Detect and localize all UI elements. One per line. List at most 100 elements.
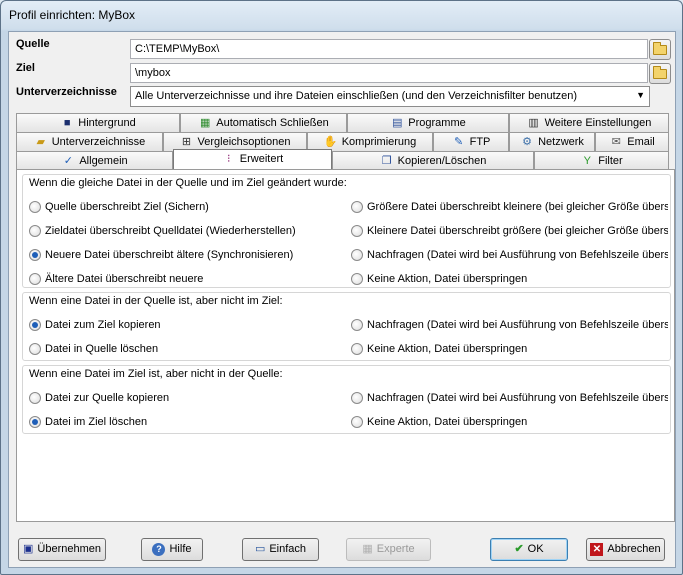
radio-target-overwrites-source[interactable]: Zieldatei überschreibt Quelldatei (Wiede… [29, 223, 329, 239]
radio-skip-on-change[interactable]: Keine Aktion, Datei überspringen [351, 271, 668, 287]
radio-indicator [29, 201, 41, 213]
radio-ask-on-change[interactable]: Nachfragen (Datei wird bei Ausführung vo… [351, 247, 668, 263]
group-file-only-in-target: Wenn eine Datei im Ziel ist, aber nicht … [22, 365, 671, 434]
tab-label: Netzwerk [538, 136, 584, 148]
radio-label: Nachfragen (Datei wird bei Ausführung vo… [367, 392, 668, 404]
dialog-client: Quelle C:\TEMP\MyBox\ Ziel \mybox Unterv… [8, 31, 676, 568]
radio-label: Ältere Datei überschreibt neuere [45, 273, 204, 285]
title-bar[interactable]: Profil einrichten: MyBox [1, 1, 682, 31]
tab-label: Filter [598, 155, 623, 167]
advanced-icon: ⁝ [227, 153, 231, 165]
button-label: Einfach [269, 543, 307, 555]
radio-ask-target-only[interactable]: Nachfragen (Datei wird bei Ausführung vo… [351, 390, 668, 406]
radio-source-overwrites-target[interactable]: Quelle überschreibt Ziel (Sichern) [29, 199, 329, 215]
expert-button[interactable]: ▦ Experte [346, 538, 431, 561]
subdirs-label: Unterverzeichnisse [16, 86, 117, 98]
radio-label: Keine Aktion, Datei überspringen [367, 343, 528, 355]
help-icon: ? [152, 543, 166, 556]
source-label: Quelle [16, 38, 50, 50]
auto-close-icon: ▦ [200, 117, 211, 129]
radio-indicator [351, 249, 363, 261]
radio-skip-source-only[interactable]: Keine Aktion, Datei überspringen [351, 341, 668, 357]
background-icon: ■ [63, 117, 71, 129]
cancel-button[interactable]: ✕ Abbrechen [586, 538, 665, 561]
radio-indicator [351, 416, 363, 428]
target-path-input[interactable]: \mybox [130, 63, 648, 83]
more-settings-icon: ▥ [528, 117, 539, 129]
tab-label: Hintergrund [78, 117, 136, 129]
dialog-window: Profil einrichten: MyBox Quelle C:\TEMP\… [0, 0, 683, 575]
subdirs-dropdown[interactable]: Alle Unterverzeichnisse und ihre Dateien… [130, 86, 650, 107]
source-browse-button[interactable] [649, 39, 671, 60]
radio-indicator [29, 273, 41, 285]
copy-delete-icon: ❐ [381, 155, 392, 167]
button-label: Übernehmen [37, 543, 101, 555]
apply-button[interactable]: ▣ Übernehmen [18, 538, 106, 561]
tab-label: Vergleichsoptionen [197, 136, 291, 148]
tab-programme[interactable]: ▤ Programme [347, 113, 509, 132]
folder-icon [653, 66, 667, 79]
tab-ftp[interactable]: ✎ FTP [433, 132, 509, 151]
radio-ask-source-only[interactable]: Nachfragen (Datei wird bei Ausführung vo… [351, 317, 668, 333]
button-label: Hilfe [169, 543, 192, 555]
source-path-input[interactable]: C:\TEMP\MyBox\ [130, 39, 648, 59]
radio-newer-overwrites-older[interactable]: Neuere Datei überschreibt ältere (Synchr… [29, 247, 329, 263]
tab-label: Email [627, 136, 655, 148]
tab-label: Komprimierung [341, 136, 417, 148]
tab-hintergrund[interactable]: ■ Hintergrund [16, 113, 180, 132]
radio-indicator [29, 343, 41, 355]
button-label: Abbrechen [607, 543, 661, 555]
folder-icon [653, 42, 667, 55]
expert-view-icon: ▦ [362, 543, 373, 555]
subfolders-icon: ▰ [36, 136, 45, 148]
radio-label: Quelle überschreibt Ziel (Sichern) [45, 201, 209, 213]
tab-allgemein[interactable]: ✓ Allgemein [16, 151, 173, 170]
dropdown-arrow-icon: ▼ [636, 90, 645, 100]
radio-delete-in-target[interactable]: Datei im Ziel löschen [29, 414, 329, 430]
tab-label: Automatisch Schließen [216, 117, 329, 129]
radio-skip-target-only[interactable]: Keine Aktion, Datei überspringen [351, 414, 668, 430]
tab-label: Weitere Einstellungen [544, 117, 652, 129]
radio-indicator [351, 343, 363, 355]
tab-email[interactable]: ✉ Email [595, 132, 669, 151]
tab-weitere-einstellungen[interactable]: ▥ Weitere Einstellungen [509, 113, 669, 132]
radio-indicator [351, 225, 363, 237]
tab-label: Programme [408, 117, 466, 129]
radio-indicator [29, 225, 41, 237]
save-icon: ▣ [23, 543, 34, 555]
general-icon: ✓ [63, 155, 73, 167]
radio-label: Zieldatei überschreibt Quelldatei (Wiede… [45, 225, 296, 237]
network-icon: ⚙ [522, 136, 533, 148]
tab-filter[interactable]: Y Filter [534, 151, 669, 170]
target-browse-button[interactable] [649, 63, 671, 84]
radio-delete-in-source[interactable]: Datei in Quelle löschen [29, 341, 329, 357]
radio-copy-to-target[interactable]: Datei zum Ziel kopieren [29, 317, 329, 333]
programs-icon: ▤ [392, 117, 403, 129]
radio-indicator [351, 392, 363, 404]
tab-label: FTP [469, 136, 491, 148]
radio-larger-overwrites-smaller[interactable]: Größere Datei überschreibt kleinere (bei… [351, 199, 668, 215]
simple-button[interactable]: ▭ Einfach [242, 538, 319, 561]
tab-erweitert[interactable]: ⁝ Erweitert [173, 149, 332, 170]
tab-panel-erweitert: Wenn die gleiche Datei in der Quelle und… [16, 169, 675, 522]
tab-unterverzeichnisse[interactable]: ▰ Unterverzeichnisse [16, 132, 163, 151]
radio-label: Keine Aktion, Datei überspringen [367, 273, 528, 285]
tab-kopieren-loeschen[interactable]: ❐ Kopieren/Löschen [332, 151, 534, 170]
tab-label: Erweitert [239, 153, 284, 165]
radio-smaller-overwrites-larger[interactable]: Kleinere Datei überschreibt größere (bei… [351, 223, 668, 239]
cancel-icon: ✕ [590, 543, 604, 556]
window-title: Profil einrichten: MyBox [9, 8, 136, 22]
radio-older-overwrites-newer[interactable]: Ältere Datei überschreibt neuere [29, 271, 329, 287]
radio-copy-to-source[interactable]: Datei zur Quelle kopieren [29, 390, 329, 406]
radio-indicator [351, 201, 363, 213]
help-button[interactable]: ? Hilfe [141, 538, 203, 561]
check-icon: ✔ [514, 543, 524, 555]
tab-automatisch-schliessen[interactable]: ▦ Automatisch Schließen [180, 113, 347, 132]
simple-view-icon: ▭ [254, 543, 266, 555]
radio-label: Nachfragen (Datei wird bei Ausführung vo… [367, 249, 668, 261]
group-file-only-in-source: Wenn eine Datei in der Quelle ist, aber … [22, 292, 671, 361]
tab-netzwerk[interactable]: ⚙ Netzwerk [509, 132, 595, 151]
radio-label: Datei im Ziel löschen [45, 416, 148, 428]
button-label: OK [527, 543, 544, 555]
ok-button[interactable]: ✔ OK [490, 538, 568, 561]
